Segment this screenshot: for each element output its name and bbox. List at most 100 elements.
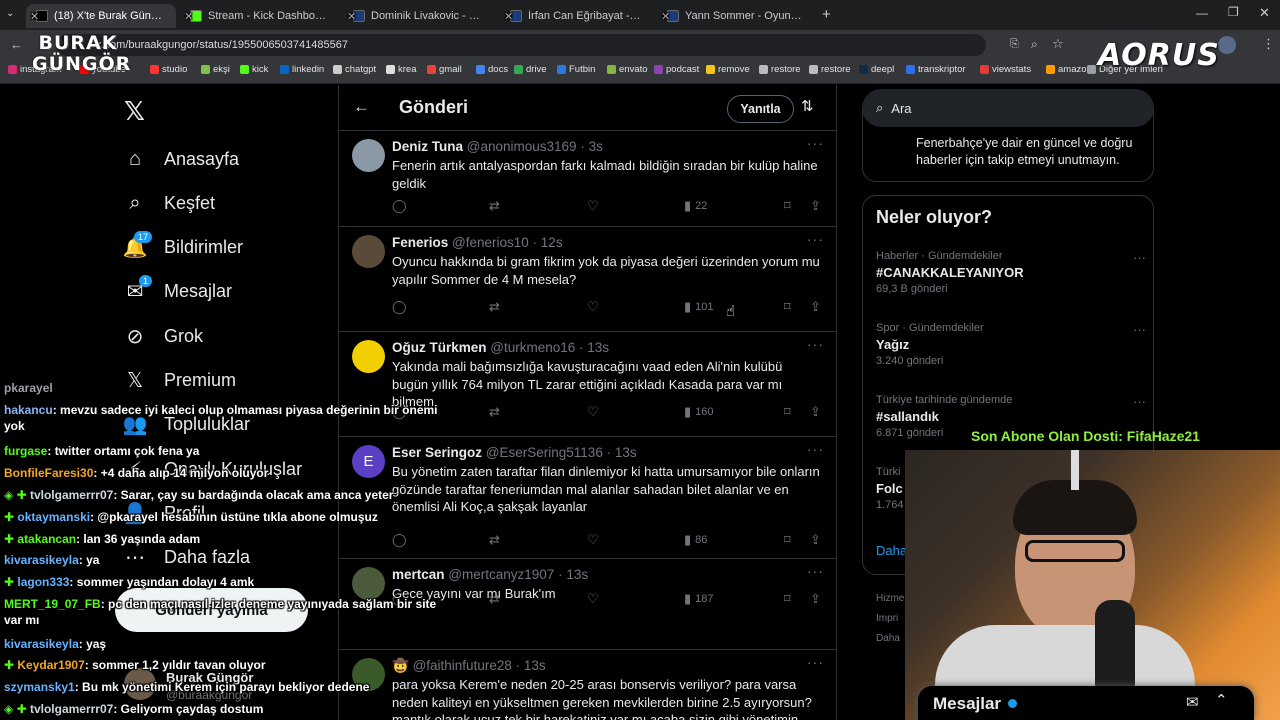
install-icon[interactable]: ⎘ [1010,38,1019,51]
views-action[interactable]: ▮ 101 [684,299,714,315]
browser-tab[interactable]: (18) X'te Burak Güngör: "Doğru✕ [26,4,176,28]
post-time[interactable]: 3s [589,139,603,154]
trend-item[interactable]: Haberler · Gündemdekiler #CANAKKALEYANIYO… [876,250,1146,295]
tab-close-icon[interactable]: ✕ [661,10,817,23]
author-name[interactable]: Fenerios [392,235,448,250]
author-handle[interactable]: @turkmeno16 [490,340,575,355]
post-time[interactable]: 13s [587,340,609,355]
retweet-action[interactable]: ⇄ [489,532,500,548]
more-options-icon[interactable]: ··· [1133,394,1146,409]
post-time[interactable]: 13s [524,658,546,673]
share-action[interactable]: ⇪ [810,591,821,607]
minimize-icon[interactable]: — [1196,6,1208,20]
close-window-icon[interactable]: ✕ [1259,5,1270,21]
bookmark-action[interactable]: ⌑ [784,591,791,607]
nav-item-anasayfa[interactable]: ⌂ Anasayfa [122,146,239,172]
new-message-icon[interactable]: ✉ [1186,693,1199,711]
author-name[interactable]: Deniz Tuna [392,139,463,154]
tab-close-icon[interactable]: ✕ [347,10,496,23]
bookmark-item[interactable]: podcast [654,64,699,75]
views-action[interactable]: ▮ 22 [684,198,707,214]
reply-post[interactable]: Deniz Tuna @anonimous3169 · 3s ··· Fenerin… [339,131,836,227]
share-action[interactable]: ⇪ [810,299,821,315]
more-options-icon[interactable]: ··· [1133,250,1146,265]
like-action[interactable]: ♡ [587,299,599,315]
bookmark-item[interactable]: gmail [427,64,462,75]
author-handle[interactable]: @mertcanyz1907 [448,567,554,582]
like-action[interactable]: ♡ [587,591,599,607]
reply-action[interactable]: ◯ [392,198,407,214]
like-action[interactable]: ♡ [587,532,599,548]
trend-item[interactable]: Spor · Gündemdekiler Yağız 3.240 gönderi ··… [876,322,1146,367]
bookmark-item[interactable]: studio [150,64,187,75]
more-options-icon[interactable]: ··· [807,441,824,457]
nav-item-ke-fet[interactable]: ⌕ Keşfet [122,190,215,216]
more-options-icon[interactable]: ··· [1133,322,1146,337]
more-options-icon[interactable]: ··· [807,563,824,579]
retweet-action[interactable]: ⇄ [489,404,500,420]
bookmark-item[interactable]: kick [240,64,268,75]
bookmark-item[interactable]: restore [759,64,801,75]
bookmark-item[interactable]: linkedin [280,64,324,75]
bookmark-item[interactable]: krea [386,64,416,75]
like-action[interactable]: ♡ [587,404,599,420]
browser-tab[interactable]: Dominik Livakovic - Oyuncu pr✕ [343,4,496,28]
restore-icon[interactable]: ❐ [1228,5,1239,19]
post-time[interactable]: 12s [541,235,563,250]
bookmark-item[interactable]: transkriptor [906,64,966,75]
more-options-icon[interactable]: ··· [807,231,824,247]
like-action[interactable]: ♡ [587,198,599,214]
bookmark-item[interactable]: deepl [859,64,894,75]
reply-post[interactable]: Fenerios @fenerios10 · 12s ··· Oyuncu hakk… [339,227,836,332]
share-action[interactable]: ⇪ [810,198,821,214]
new-tab-button[interactable]: + [822,6,831,23]
reply-button[interactable]: Yanıtla [727,95,794,123]
retweet-action[interactable]: ⇄ [489,198,500,214]
more-options-icon[interactable]: ··· [807,654,824,670]
zoom-icon[interactable]: ⌕ [1031,37,1038,52]
tab-close-icon[interactable]: ✕ [184,10,337,23]
tab-close-icon[interactable]: ✕ [30,10,176,23]
bookmark-action[interactable]: ⌑ [784,299,791,315]
show-more-link[interactable]: Daha [876,543,907,558]
bookmark-item[interactable]: docs [476,64,508,75]
url-field[interactable]: x.com/buraakgungor/status/19550065037414… [56,34,986,56]
tab-close-icon[interactable]: ✕ [504,10,653,23]
avatar[interactable] [352,235,385,268]
bookmark-star-icon[interactable]: ☆ [1052,36,1064,52]
bookmark-item[interactable]: ekşi [201,64,230,75]
footer-link[interactable]: Impri [876,613,898,624]
avatar[interactable] [352,340,385,373]
bookmark-item[interactable]: Futbin [557,64,595,75]
more-options-icon[interactable]: ··· [807,135,824,151]
bookmark-item[interactable]: chatgpt [333,64,376,75]
messages-drawer[interactable]: Mesajlar ✉ ⌃ [918,686,1254,720]
browser-tab[interactable]: Stream - Kick Dashboard ✕ [180,4,337,28]
x-logo[interactable]: 𝕏 [124,96,145,127]
avatar[interactable] [352,139,385,172]
back-arrow-icon[interactable]: ← [353,97,370,117]
post-time[interactable]: 13s [566,567,588,582]
bookmark-item[interactable]: drive [514,64,547,75]
views-action[interactable]: ▮ 187 [684,591,714,607]
author-handle[interactable]: @EserSering51136 [486,445,603,460]
author-name[interactable]: Oğuz Türkmen [392,340,487,355]
bookmark-item[interactable]: amazon [1046,64,1092,75]
nav-item-mesajlar[interactable]: ✉ 1 Mesajlar [122,274,232,305]
author-handle[interactable]: @anonimous3169 [467,139,577,154]
tab-search-icon[interactable]: ⌄ [6,8,20,22]
nav-item-bildirimler[interactable]: 🔔 17 Bildirimler [122,230,243,261]
bookmark-item[interactable]: remove [706,64,750,75]
retweet-action[interactable]: ⇄ [489,299,500,315]
views-action[interactable]: ▮ 86 [684,532,707,548]
views-action[interactable]: ▮ 160 [684,404,714,420]
retweet-action[interactable]: ⇄ [489,591,500,607]
expand-icon[interactable]: ⌃ [1215,691,1228,709]
browser-tab[interactable]: İrfan Can Eğribayat - Oyuncu p✕ [500,4,653,28]
bookmark-action[interactable]: ⌑ [784,404,791,420]
bookmark-item[interactable]: viewstats [980,64,1031,75]
bookmark-item[interactable]: envato [607,64,648,75]
filter-icon[interactable]: ⇅ [801,97,814,115]
browser-tab[interactable]: Yann Sommer - Oyuncu profili✕ [657,4,817,28]
footer-link[interactable]: Daha [876,633,900,644]
